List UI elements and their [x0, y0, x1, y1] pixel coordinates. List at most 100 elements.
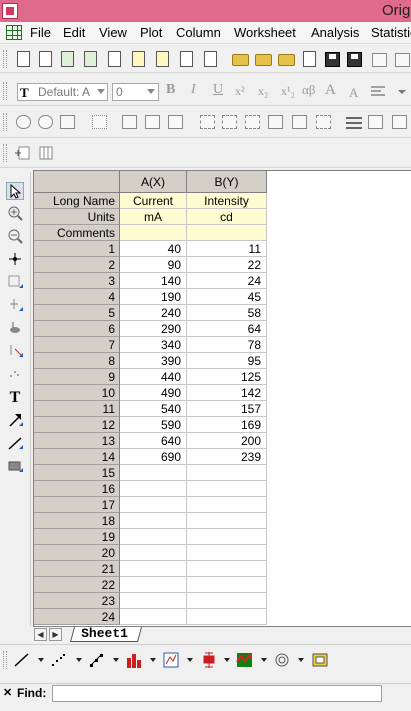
- chevron-down-icon[interactable]: [76, 658, 82, 662]
- origin-app-icon[interactable]: [2, 3, 18, 19]
- column-header-a[interactable]: A(X): [120, 171, 187, 193]
- cell-a[interactable]: 340: [120, 337, 187, 353]
- cell-a-units[interactable]: mA: [120, 209, 187, 225]
- import-wizard-icon[interactable]: [395, 53, 410, 67]
- layer-icon[interactable]: [60, 115, 75, 129]
- toolbar-grip[interactable]: [3, 113, 7, 131]
- align-top-objects-icon[interactable]: [168, 115, 183, 129]
- cell-a[interactable]: [120, 609, 187, 625]
- cell-b[interactable]: 78: [187, 337, 267, 353]
- greek-button[interactable]: αβ: [302, 82, 315, 98]
- cell-a[interactable]: [120, 561, 187, 577]
- prev-sheet-button[interactable]: ◀: [34, 628, 47, 641]
- open-icon[interactable]: [232, 54, 249, 66]
- cell-a[interactable]: [120, 545, 187, 561]
- new-folder-icon[interactable]: [39, 51, 52, 67]
- cell-a-comments[interactable]: [120, 225, 187, 241]
- statistics-plot-icon[interactable]: [201, 652, 217, 668]
- cell-a[interactable]: [120, 577, 187, 593]
- cell-a[interactable]: 540: [120, 401, 187, 417]
- cell-a[interactable]: 190: [120, 289, 187, 305]
- underline-button[interactable]: U: [213, 82, 223, 98]
- polar-plot-icon[interactable]: [274, 652, 290, 668]
- cell-b[interactable]: 142: [187, 385, 267, 401]
- toolbar-grip[interactable]: [3, 82, 7, 100]
- row-number-cell[interactable]: 15: [34, 465, 120, 481]
- data-selector-icon[interactable]: [6, 297, 24, 315]
- menu-worksheet[interactable]: Worksheet: [234, 25, 296, 40]
- front-icon[interactable]: [200, 115, 215, 129]
- zoom-group-icon[interactable]: [16, 115, 31, 129]
- align-dropdown-icon[interactable]: [397, 84, 411, 102]
- draw-data-icon[interactable]: [6, 320, 24, 338]
- cell-b[interactable]: 45: [187, 289, 267, 305]
- new-function-icon[interactable]: [156, 51, 169, 67]
- row-number-cell[interactable]: 12: [34, 417, 120, 433]
- text-tool-icon[interactable]: T: [6, 389, 24, 407]
- cell-a[interactable]: 640: [120, 433, 187, 449]
- cell-a-long-name[interactable]: Current: [120, 193, 187, 209]
- cell-a[interactable]: 390: [120, 353, 187, 369]
- cell-a[interactable]: 440: [120, 369, 187, 385]
- row-number-cell[interactable]: 21: [34, 561, 120, 577]
- cell-b[interactable]: 58: [187, 305, 267, 321]
- cell-b[interactable]: [187, 609, 267, 625]
- cell-a[interactable]: [120, 529, 187, 545]
- screen-reader-icon[interactable]: [6, 251, 24, 269]
- chevron-down-icon[interactable]: [113, 658, 119, 662]
- cell-b[interactable]: 239: [187, 449, 267, 465]
- forward-icon[interactable]: [245, 115, 260, 129]
- cell-b[interactable]: [187, 561, 267, 577]
- line-tool-icon[interactable]: [6, 435, 24, 453]
- chevron-down-icon[interactable]: [97, 89, 105, 94]
- group-icon[interactable]: [292, 115, 307, 129]
- new-excel-icon[interactable]: [84, 51, 97, 67]
- cell-b[interactable]: 169: [187, 417, 267, 433]
- menu-statistics[interactable]: Statistic: [371, 25, 411, 40]
- toolbar-grip[interactable]: [3, 651, 7, 669]
- cell-b[interactable]: [187, 577, 267, 593]
- align-left-objects-icon[interactable]: [122, 115, 137, 129]
- cell-a[interactable]: 90: [120, 257, 187, 273]
- chevron-down-icon[interactable]: [298, 658, 304, 662]
- row-number-cell[interactable]: 13: [34, 433, 120, 449]
- cell-b-units[interactable]: cd: [187, 209, 267, 225]
- row-number-cell[interactable]: 10: [34, 385, 120, 401]
- cell-a[interactable]: 140: [120, 273, 187, 289]
- row-number-cell[interactable]: 4: [34, 289, 120, 305]
- distribute-icon[interactable]: [368, 115, 383, 129]
- row-number-cell[interactable]: 14: [34, 449, 120, 465]
- cell-b[interactable]: [187, 593, 267, 609]
- find-input[interactable]: [52, 685, 382, 702]
- row-number-cell[interactable]: 17: [34, 497, 120, 513]
- row-number-cell[interactable]: 23: [34, 593, 120, 609]
- decrease-font-icon[interactable]: A: [348, 84, 366, 102]
- cell-b[interactable]: 11: [187, 241, 267, 257]
- arrow-tool-icon[interactable]: [6, 412, 24, 430]
- increase-font-button[interactable]: A: [325, 82, 336, 99]
- cell-b[interactable]: [187, 545, 267, 561]
- font-select[interactable]: T Default: A: [17, 83, 108, 101]
- menu-plot[interactable]: Plot: [140, 25, 162, 40]
- column-plot-icon[interactable]: [126, 652, 142, 668]
- cell-b[interactable]: [187, 529, 267, 545]
- bold-button[interactable]: B: [166, 82, 175, 98]
- rectangle-tool-icon[interactable]: [6, 458, 24, 476]
- back-icon[interactable]: [222, 115, 237, 129]
- cell-b[interactable]: [187, 497, 267, 513]
- cell-b[interactable]: 22: [187, 257, 267, 273]
- row-number-cell[interactable]: 9: [34, 369, 120, 385]
- row-number-cell[interactable]: 20: [34, 545, 120, 561]
- subscript-button[interactable]: x₂: [258, 84, 268, 99]
- select-region-icon[interactable]: [92, 115, 107, 129]
- mask-points-icon[interactable]: [6, 343, 24, 361]
- cell-a[interactable]: 590: [120, 417, 187, 433]
- close-icon[interactable]: ✕: [3, 686, 12, 699]
- save-project-icon[interactable]: [325, 52, 340, 67]
- supersub-button[interactable]: x¹₂: [281, 84, 295, 99]
- row-number-cell[interactable]: 7: [34, 337, 120, 353]
- new-matrix-icon[interactable]: [132, 51, 145, 67]
- open-template-icon[interactable]: [255, 54, 272, 66]
- chevron-down-icon[interactable]: [187, 658, 193, 662]
- insert-column-icon[interactable]: [36, 145, 54, 163]
